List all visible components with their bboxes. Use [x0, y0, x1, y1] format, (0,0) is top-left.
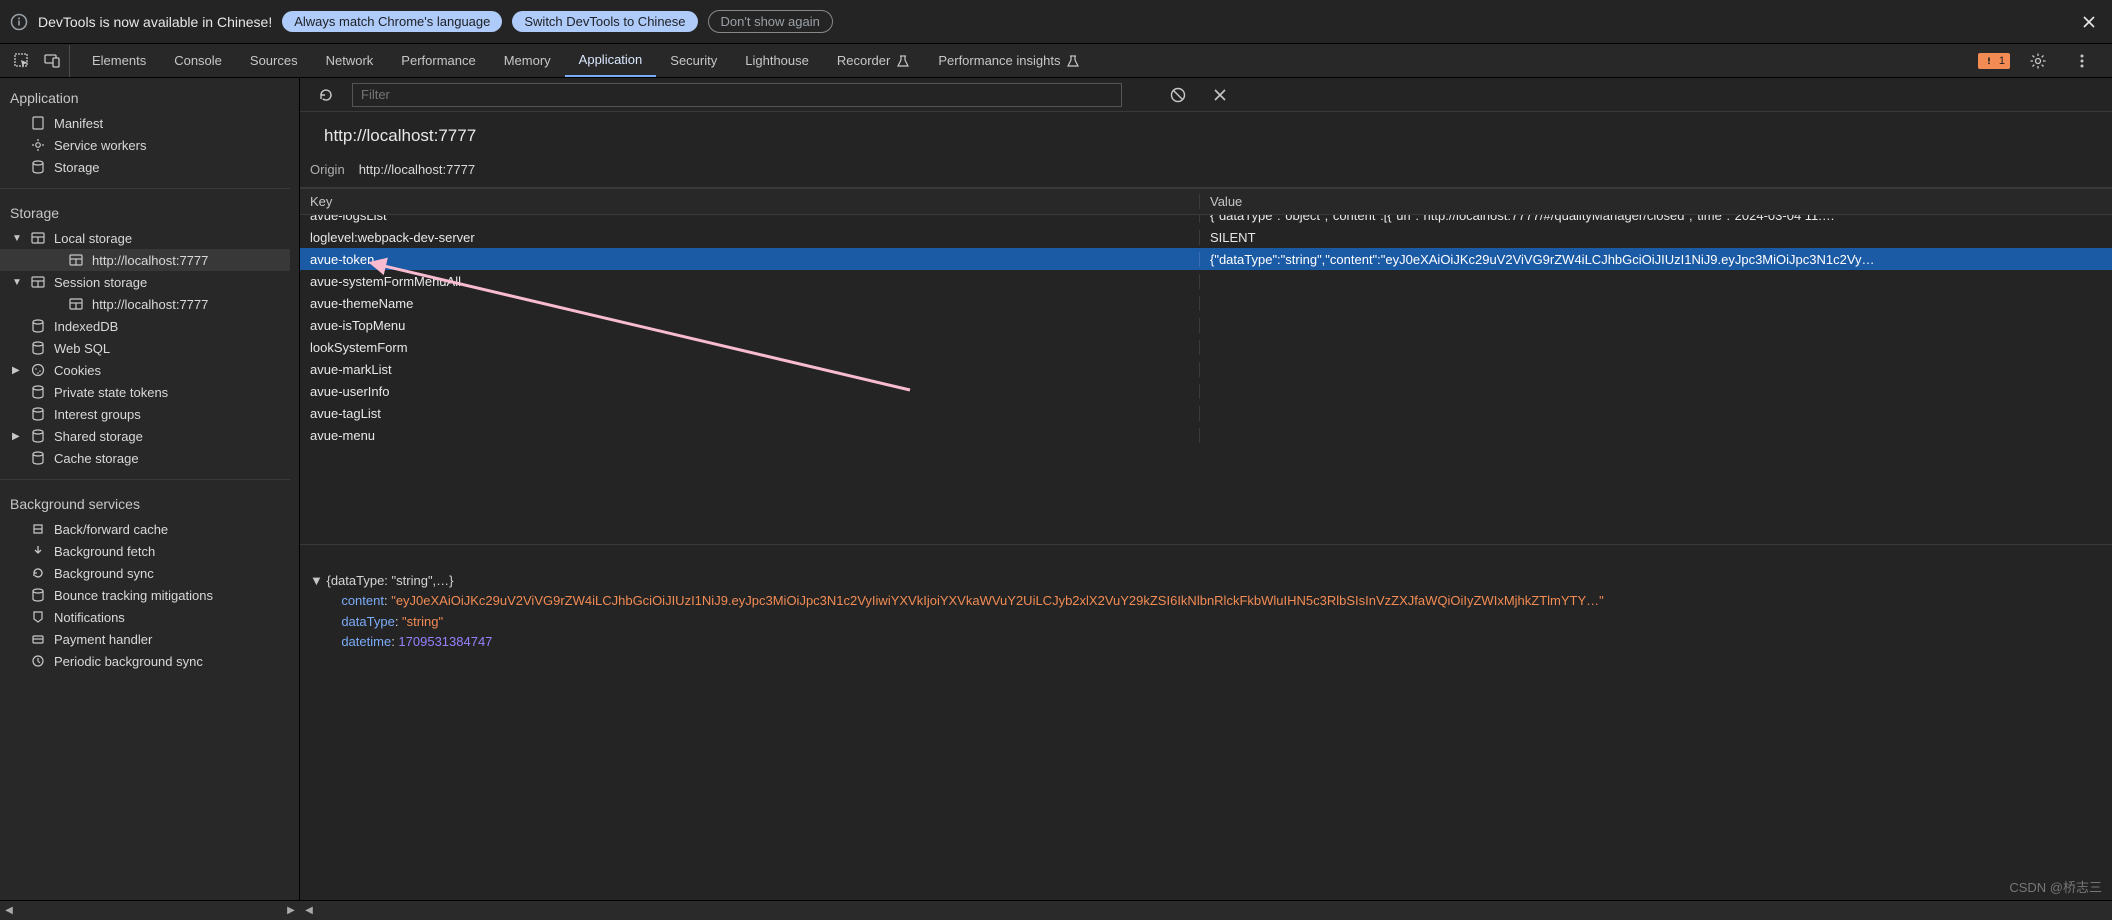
tab-lighthouse[interactable]: Lighthouse — [731, 44, 823, 77]
sidebar-item-storage[interactable]: Storage — [0, 156, 290, 178]
origin-info: Origin http://localhost:7777 — [300, 156, 2112, 188]
table-row[interactable]: avue-menu — [300, 424, 2112, 446]
tab-security[interactable]: Security — [656, 44, 731, 77]
application-sidebar[interactable]: Application Manifest Service workers Sto… — [0, 78, 300, 900]
sidebar-item-cache-storage[interactable]: Cache storage — [0, 447, 290, 469]
sidebar-item-websql[interactable]: Web SQL — [0, 337, 290, 359]
flask-icon — [1066, 54, 1080, 68]
scroll-left-icon[interactable]: ◀ — [2, 903, 16, 917]
sidebar-item-private-state-tokens[interactable]: Private state tokens — [0, 381, 290, 403]
sidebar-item-periodic-background-sync[interactable]: Periodic background sync — [0, 650, 290, 672]
sidebar-section-storage: Storage — [0, 199, 290, 227]
storage-title: http://localhost:7777 — [300, 112, 2112, 156]
storage-panel: http://localhost:7777 Origin http://loca… — [300, 78, 2112, 900]
table-row[interactable]: avue-isTopMenu — [300, 314, 2112, 336]
main-tabbar: ElementsConsoleSourcesNetworkPerformance… — [0, 44, 2112, 78]
sidebar-item-bounce-tracking-mitigations[interactable]: Bounce tracking mitigations — [0, 584, 290, 606]
table-row[interactable]: avue-userInfo — [300, 380, 2112, 402]
infobar-text: DevTools is now available in Chinese! — [38, 14, 272, 30]
storage-toolbar — [300, 78, 2112, 112]
bottom-scrollbar[interactable]: ◀ ▶ ◀ — [0, 900, 2112, 920]
sidebar-item-indexeddb[interactable]: IndexedDB — [0, 315, 290, 337]
device-toggle-icon[interactable] — [38, 45, 70, 77]
sidebar-item-interest-groups[interactable]: Interest groups — [0, 403, 290, 425]
issues-badge[interactable]: 1 — [1978, 53, 2010, 69]
tab-memory[interactable]: Memory — [490, 44, 565, 77]
sidebar-item-notifications[interactable]: Notifications — [0, 606, 290, 628]
table-row[interactable]: avue-tagList — [300, 402, 2112, 424]
sidebar-item-back-forward-cache[interactable]: Back/forward cache — [0, 518, 290, 540]
inspect-icon[interactable] — [6, 45, 38, 77]
flask-icon — [896, 54, 910, 68]
watermark: CSDN @桥志三 — [2009, 877, 2102, 896]
table-row[interactable]: loglevel:webpack-dev-serverSILENT — [300, 226, 2112, 248]
table-row[interactable]: lookSystemForm — [300, 336, 2112, 358]
chevron-right-icon: ▶ — [12, 365, 22, 376]
sidebar-section-background: Background services — [0, 490, 290, 518]
sidebar-item-session-storage-origin[interactable]: http://localhost:7777 — [0, 293, 290, 315]
storage-table: Key Value avue-logsList{"dataType":"obje… — [300, 188, 2112, 545]
scroll-left-icon[interactable]: ◀ — [302, 903, 316, 917]
switch-to-chinese-button[interactable]: Switch DevTools to Chinese — [512, 11, 697, 32]
tab-application[interactable]: Application — [565, 44, 657, 77]
always-match-language-button[interactable]: Always match Chrome's language — [282, 11, 502, 32]
sidebar-item-background-fetch[interactable]: Background fetch — [0, 540, 290, 562]
sidebar-item-local-storage-origin[interactable]: http://localhost:7777 — [0, 249, 290, 271]
tab-network[interactable]: Network — [312, 44, 388, 77]
clear-all-icon[interactable] — [1162, 79, 1194, 111]
chevron-down-icon: ▼ — [12, 277, 22, 288]
tab-recorder[interactable]: Recorder — [823, 44, 924, 77]
column-value[interactable]: Value — [1200, 194, 2112, 209]
tab-performance-insights[interactable]: Performance insights — [924, 44, 1094, 77]
sidebar-item-session-storage[interactable]: ▼ Session storage — [0, 271, 290, 293]
sidebar-item-shared-storage[interactable]: ▶ Shared storage — [0, 425, 290, 447]
sidebar-item-cookies[interactable]: ▶ Cookies — [0, 359, 290, 381]
chevron-down-icon: ▼ — [12, 233, 22, 244]
tab-console[interactable]: Console — [160, 44, 236, 77]
sidebar-item-payment-handler[interactable]: Payment handler — [0, 628, 290, 650]
tab-sources[interactable]: Sources — [236, 44, 312, 77]
info-icon — [10, 13, 28, 31]
tab-elements[interactable]: Elements — [78, 44, 160, 77]
sidebar-item-local-storage[interactable]: ▼ Local storage — [0, 227, 290, 249]
close-icon[interactable] — [2076, 15, 2102, 29]
devtools-infobar: DevTools is now available in Chinese! Al… — [0, 0, 2112, 44]
chevron-right-icon: ▶ — [12, 431, 22, 442]
table-row[interactable]: avue-systemFormMenuAll — [300, 270, 2112, 292]
json-preview: ▼ {dataType: "string",…} content: "eyJ0e… — [300, 545, 2112, 678]
sidebar-item-manifest[interactable]: Manifest — [0, 112, 290, 134]
dont-show-again-button[interactable]: Don't show again — [708, 10, 833, 33]
sidebar-section-application: Application — [0, 84, 290, 112]
scroll-right-icon[interactable]: ▶ — [284, 903, 298, 917]
delete-icon[interactable] — [1204, 79, 1236, 111]
sidebar-item-service-workers[interactable]: Service workers — [0, 134, 290, 156]
more-icon[interactable] — [2066, 45, 2098, 77]
column-key[interactable]: Key — [300, 194, 1200, 209]
filter-input[interactable] — [352, 83, 1122, 107]
table-row[interactable]: avue-token{"dataType":"string","content"… — [300, 248, 2112, 270]
table-row[interactable]: avue-themeName — [300, 292, 2112, 314]
sidebar-item-background-sync[interactable]: Background sync — [0, 562, 290, 584]
tab-performance[interactable]: Performance — [387, 44, 489, 77]
table-row[interactable]: avue-markList — [300, 358, 2112, 380]
table-row[interactable]: avue-logsList{"dataType":"object","conte… — [300, 215, 2112, 226]
refresh-icon[interactable] — [310, 79, 342, 111]
settings-icon[interactable] — [2022, 45, 2054, 77]
